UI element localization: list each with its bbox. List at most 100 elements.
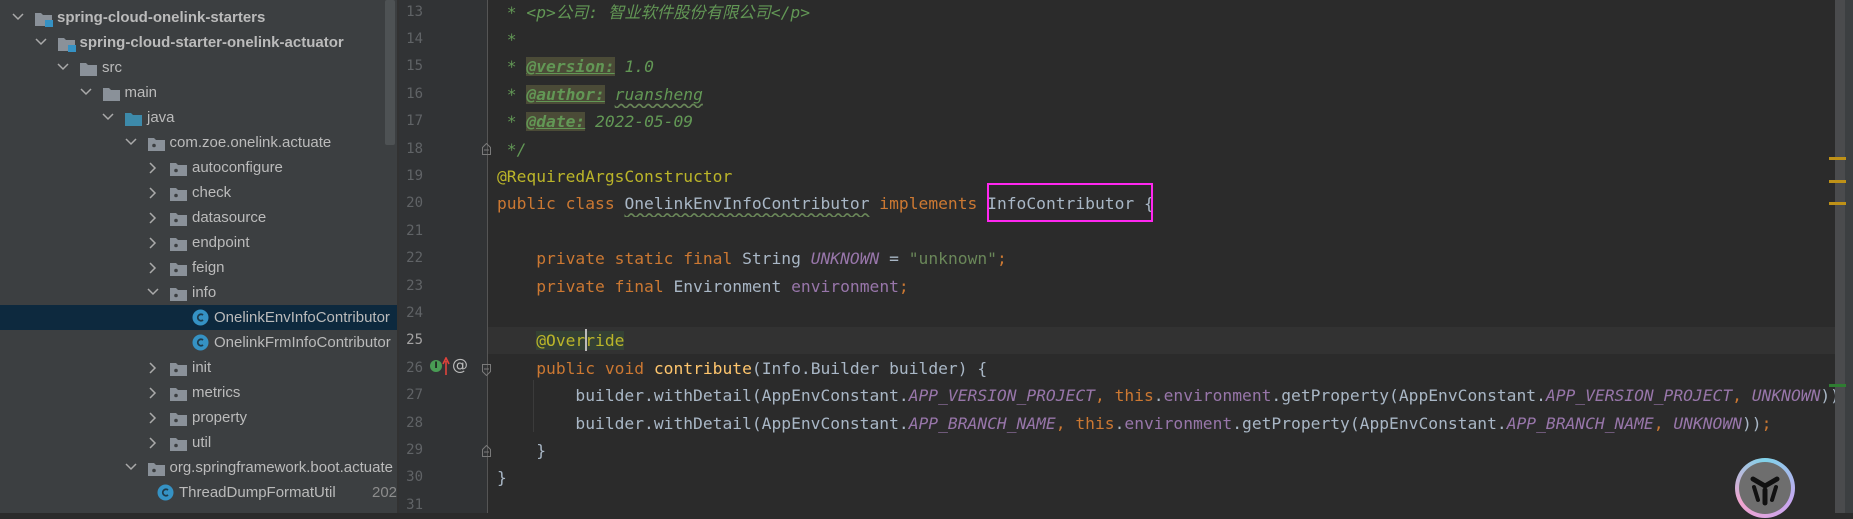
tree-item[interactable]: init: [0, 355, 397, 380]
chevron-right-icon[interactable]: [147, 230, 159, 255]
tree-item[interactable]: metrics: [0, 380, 397, 405]
fold-start-icon[interactable]: [482, 363, 491, 377]
tree-item[interactable]: spring-cloud-starter-onelink-actuator: [0, 30, 397, 55]
chevron-right-icon[interactable]: [147, 205, 159, 230]
warning-marker[interactable]: [1829, 202, 1846, 205]
code-token: APP_VERSION_PROJECT: [1545, 386, 1733, 406]
code-token: ));: [1820, 386, 1835, 406]
code-line[interactable]: @RequiredArgsConstructor: [497, 163, 1835, 190]
code-token: builder.withDetail(AppEnvConstant.: [497, 386, 909, 406]
tree-item[interactable]: src: [0, 55, 397, 80]
line-number: 20: [406, 195, 423, 212]
assistant-avatar-button[interactable]: [1735, 458, 1795, 518]
code-token: public class: [497, 194, 625, 214]
chevron-down-icon[interactable]: [124, 455, 137, 480]
tree-item[interactable]: main: [0, 80, 397, 105]
tree-item[interactable]: OnelinkFrmInfoContributor: [0, 330, 397, 355]
code-line[interactable]: public void contribute(Info.Builder buil…: [497, 355, 1835, 382]
code-line[interactable]: private static final String UNKNOWN = "u…: [497, 245, 1835, 272]
code-line[interactable]: *: [497, 26, 1835, 53]
tree-item[interactable]: spring-cloud-onelink-starters: [0, 5, 397, 30]
line-number: 28: [406, 414, 423, 431]
code-line[interactable]: * @date: 2022-05-09: [497, 108, 1835, 135]
tree-item-label: spring-cloud-onelink-starters: [57, 9, 266, 26]
chevron-down-icon[interactable]: [79, 80, 92, 105]
module-folder-icon: [57, 35, 76, 52]
tree-item[interactable]: autoconfigure: [0, 155, 397, 180]
tree-item[interactable]: feign: [0, 255, 397, 280]
tree-item[interactable]: OnelinkEnvInfoContributor: [0, 305, 397, 330]
tree-item[interactable]: com.zoe.onelink.actuate: [0, 130, 397, 155]
chevron-right-icon[interactable]: [147, 155, 159, 180]
override-arrow-icon[interactable]: [442, 356, 450, 375]
tree-item[interactable]: ThreadDumpFormatUtil 2024: [0, 480, 397, 505]
code-line[interactable]: builder.withDetail(AppEnvConstant.APP_VE…: [497, 382, 1835, 409]
implements-method-icon[interactable]: I: [430, 360, 442, 372]
chevron-down-icon[interactable]: [147, 280, 159, 305]
tree-item-label: info: [192, 284, 217, 301]
code-line[interactable]: * @version: 1.0: [497, 53, 1835, 80]
code-line[interactable]: }: [497, 437, 1835, 464]
code-token: UNKNOWN: [1673, 413, 1742, 433]
tree-item[interactable]: util: [0, 430, 397, 455]
warning-marker[interactable]: [1829, 157, 1846, 160]
chevron-right-icon[interactable]: [147, 180, 159, 205]
tree-item-label: src: [102, 59, 122, 76]
code-token: environment: [1163, 386, 1272, 406]
code-line[interactable]: [497, 218, 1835, 245]
code-token: private final: [536, 276, 674, 296]
chevron-down-icon[interactable]: [34, 30, 47, 55]
tree-item[interactable]: java: [0, 105, 397, 130]
annotation-at-icon[interactable]: @: [452, 355, 468, 374]
code-line[interactable]: * <p>公司: 智业软件股份有限公司</p>: [497, 0, 1835, 26]
code-token: APP_VERSION_PROJECT: [908, 386, 1095, 406]
chevron-down-icon[interactable]: [102, 105, 114, 130]
code-token: @RequiredArgsConstructor: [497, 166, 733, 186]
code-token: @date:: [526, 112, 586, 132]
code-token: ruansheng: [614, 84, 703, 104]
line-number: 24: [406, 304, 423, 321]
chevron-down-icon[interactable]: [57, 55, 69, 80]
chevron-down-icon[interactable]: [12, 5, 24, 30]
chevron-right-icon[interactable]: [147, 255, 159, 280]
tree-item[interactable]: info: [0, 280, 397, 305]
tree-item-label: datasource: [192, 209, 267, 226]
package-icon: [147, 460, 165, 476]
fold-end-icon[interactable]: [482, 142, 491, 155]
tree-item[interactable]: endpoint: [0, 230, 397, 255]
tree-item-label: metrics: [192, 384, 241, 401]
code-line[interactable]: }: [497, 464, 1835, 491]
line-number: 13: [406, 3, 423, 20]
class-icon: [192, 309, 209, 326]
code-line[interactable]: [497, 492, 1835, 519]
code-token: this: [1114, 386, 1154, 406]
chevron-right-icon[interactable]: [147, 405, 159, 430]
project-tree[interactable]: spring-cloud-onelink-starters spring-clou…: [0, 0, 397, 513]
chevron-down-icon[interactable]: [124, 130, 137, 155]
class-icon: [192, 334, 209, 351]
chevron-right-icon[interactable]: [147, 430, 159, 455]
code-token: ,: [1653, 413, 1674, 433]
chevron-right-icon[interactable]: [147, 380, 159, 405]
code-line[interactable]: public class OnelinkEnvInfoContributor i…: [497, 190, 1835, 217]
tree-item[interactable]: datasource: [0, 205, 397, 230]
change-marker[interactable]: [1829, 384, 1846, 387]
class-icon: [157, 484, 174, 501]
code-line[interactable]: * @author: ruansheng: [497, 81, 1835, 108]
code-token: @author:: [526, 84, 605, 104]
code-token: ;: [996, 249, 1007, 269]
code-line[interactable]: */: [497, 136, 1835, 163]
chevron-right-icon[interactable]: [147, 355, 159, 380]
fold-end-icon[interactable]: [482, 444, 491, 457]
tree-item[interactable]: property: [0, 405, 397, 430]
code-line[interactable]: [497, 300, 1835, 327]
code-line[interactable]: builder.withDetail(AppEnvConstant.APP_BR…: [497, 410, 1835, 437]
tree-item[interactable]: check: [0, 180, 397, 205]
editor-scrollbar[interactable]: [1835, 0, 1845, 513]
warning-marker[interactable]: [1829, 180, 1846, 183]
code-line[interactable]: private final Environment environment;: [497, 273, 1835, 300]
code-token: @Override: [536, 331, 625, 351]
code-line[interactable]: @Override: [497, 327, 1835, 354]
tree-item[interactable]: org.springframework.boot.actuate: [0, 455, 397, 480]
